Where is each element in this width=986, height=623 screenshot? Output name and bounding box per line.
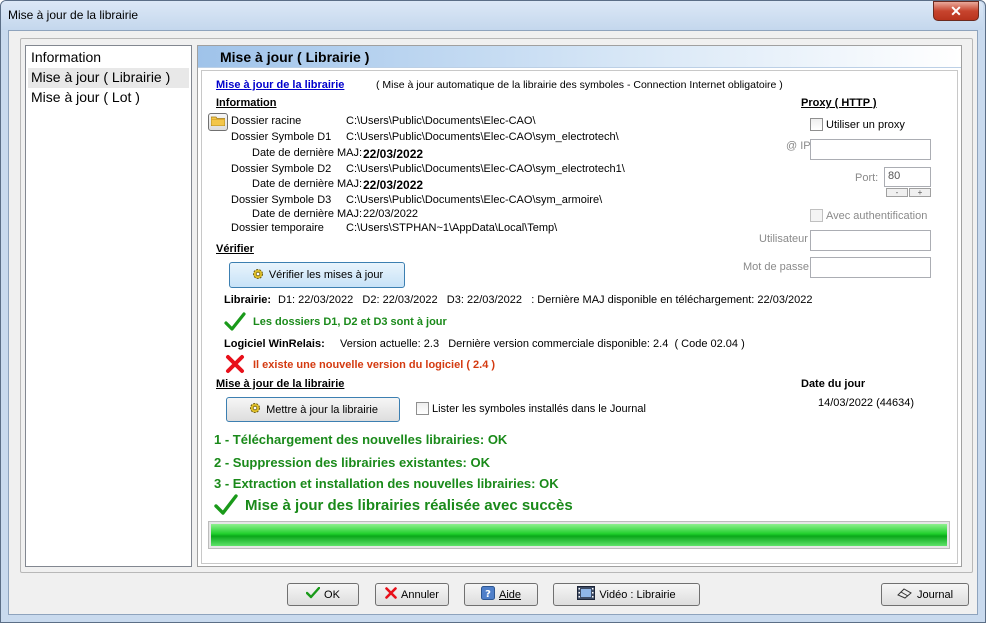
title-bar[interactable] <box>1 1 983 30</box>
date-value: 14/03/2022 (44634) <box>818 397 915 409</box>
proxy-heading: Proxy ( HTTP ) <box>801 97 877 109</box>
software-label: Logiciel WinRelais: <box>224 338 325 350</box>
update-library-button-label: Mettre à jour la librairie <box>266 403 378 416</box>
library-status: D1: 22/03/2022 D2: 22/03/2022 D3: 22/03/… <box>278 294 813 306</box>
step-2: 2 - Suppression des librairies existante… <box>214 455 490 470</box>
progress-fill <box>211 524 947 546</box>
port-decrement[interactable]: - <box>886 188 908 197</box>
video-library-button[interactable]: Vidéo : Librairie <box>553 583 700 606</box>
d2-label: Dossier Symbole D2 <box>231 163 332 175</box>
success-message: Mise à jour des librairies réalisée avec… <box>245 497 573 514</box>
password-field[interactable] <box>810 257 931 278</box>
d1-date: 22/03/2022 <box>363 147 424 161</box>
step-1: 1 - Téléchargement des nouvelles librair… <box>214 432 508 447</box>
journal-checkbox-label: Lister les symboles installés dans le Jo… <box>432 403 646 415</box>
verify-heading: Vérifier <box>216 243 254 255</box>
ip-label: @ IP <box>786 140 811 152</box>
cancel-button-label: Annuler <box>401 588 439 601</box>
journal-button-label: Journal <box>916 588 954 601</box>
gear-icon <box>248 401 262 418</box>
use-proxy-checkbox[interactable] <box>810 118 823 131</box>
port-field[interactable]: 80 <box>884 167 931 187</box>
folder-button[interactable] <box>208 113 228 131</box>
sidebar-item-batch-update[interactable]: Mise à jour ( Lot ) <box>28 88 189 108</box>
user-field[interactable] <box>810 230 931 251</box>
gear-icon <box>251 267 265 284</box>
sidebar-item-library-update[interactable]: Mise à jour ( Librairie ) <box>28 68 189 88</box>
update-library-button[interactable]: Mettre à jour la librairie <box>226 397 400 422</box>
folder-icon <box>210 115 226 129</box>
auth-checkbox[interactable] <box>810 209 823 222</box>
sidebar-item-information[interactable]: Information <box>28 48 189 68</box>
d2-date-label: Date de dernière MAJ: <box>252 178 363 190</box>
d3-date: 22/03/2022 <box>363 208 419 220</box>
user-label: Utilisateur <box>759 233 808 245</box>
panel-title: Mise à jour ( Librairie ) <box>220 49 370 65</box>
check-icon <box>305 586 321 602</box>
software-status: Version actuelle: 2.3 Dernière version c… <box>340 338 745 350</box>
port-increment[interactable]: + <box>909 188 931 197</box>
check-icon <box>214 494 238 519</box>
date-heading: Date du jour <box>801 378 866 390</box>
sidebar-list: Information Mise à jour ( Librairie ) Mi… <box>25 45 192 567</box>
info-heading: Information <box>216 97 277 109</box>
help-button[interactable]: ? Aide <box>464 583 538 606</box>
password-label: Mot de passe <box>743 261 810 273</box>
use-proxy-label: Utiliser un proxy <box>826 119 905 131</box>
header-note: ( Mise à jour automatique de la librairi… <box>376 79 783 91</box>
tmp-label: Dossier temporaire <box>231 222 324 234</box>
d3-label: Dossier Symbole D3 <box>231 194 332 206</box>
ok-button-label: OK <box>324 588 340 601</box>
root-label: Dossier racine <box>231 115 302 127</box>
d1-label: Dossier Symbole D1 <box>231 131 332 143</box>
d3-path: C:\Users\Public\Documents\Elec-CAO\sym_a… <box>346 194 603 206</box>
auth-label: Avec authentification <box>826 210 928 222</box>
ok-button[interactable]: OK <box>287 583 359 606</box>
svg-text:?: ? <box>485 589 491 600</box>
verify-button-label: Vérifier les mises à jour <box>268 269 384 281</box>
help-button-label: Aide <box>498 588 522 601</box>
port-label: Port: <box>855 172 879 184</box>
library-label: Librairie: <box>224 294 272 306</box>
ip-field[interactable] <box>810 139 931 160</box>
window-title: Mise à jour de la librairie <box>8 8 139 22</box>
cross-icon <box>385 587 397 602</box>
d1-path: C:\Users\Public\Documents\Elec-CAO\sym_e… <box>346 131 619 143</box>
eraser-icon <box>897 587 913 602</box>
help-icon: ? <box>480 586 495 603</box>
verify-button[interactable]: Vérifier les mises à jour <box>229 262 405 288</box>
close-button[interactable]: ✕ <box>933 1 979 21</box>
cancel-button[interactable]: Annuler <box>375 583 449 606</box>
step-3: 3 - Extraction et installation des nouve… <box>214 476 559 491</box>
update-heading: Mise à jour de la librairie <box>216 378 345 390</box>
film-icon <box>577 586 596 603</box>
journal-checkbox[interactable] <box>416 402 429 415</box>
root-path: C:\Users\Public\Documents\Elec-CAO\ <box>346 115 536 127</box>
check-icon <box>224 312 246 335</box>
d1-date-label: Date de dernière MAJ: <box>252 147 363 159</box>
library-update-link[interactable]: Mise à jour de la librairie <box>216 79 344 91</box>
d2-date: 22/03/2022 <box>363 178 424 192</box>
d3-date-label: Date de dernière MAJ: <box>252 208 363 220</box>
cross-icon <box>225 354 245 377</box>
d2-path: C:\Users\Public\Documents\Elec-CAO\sym_e… <box>346 163 625 175</box>
tmp-path: C:\Users\STPHAN~1\AppData\Local\Temp\ <box>346 222 558 234</box>
progress-bar <box>208 521 950 549</box>
new-version-message: Il existe une nouvelle version du logici… <box>253 359 496 371</box>
video-library-button-label: Vidéo : Librairie <box>599 588 676 601</box>
journal-button[interactable]: Journal <box>881 583 969 606</box>
folders-ok-message: Les dossiers D1, D2 et D3 sont à jour <box>253 316 447 328</box>
